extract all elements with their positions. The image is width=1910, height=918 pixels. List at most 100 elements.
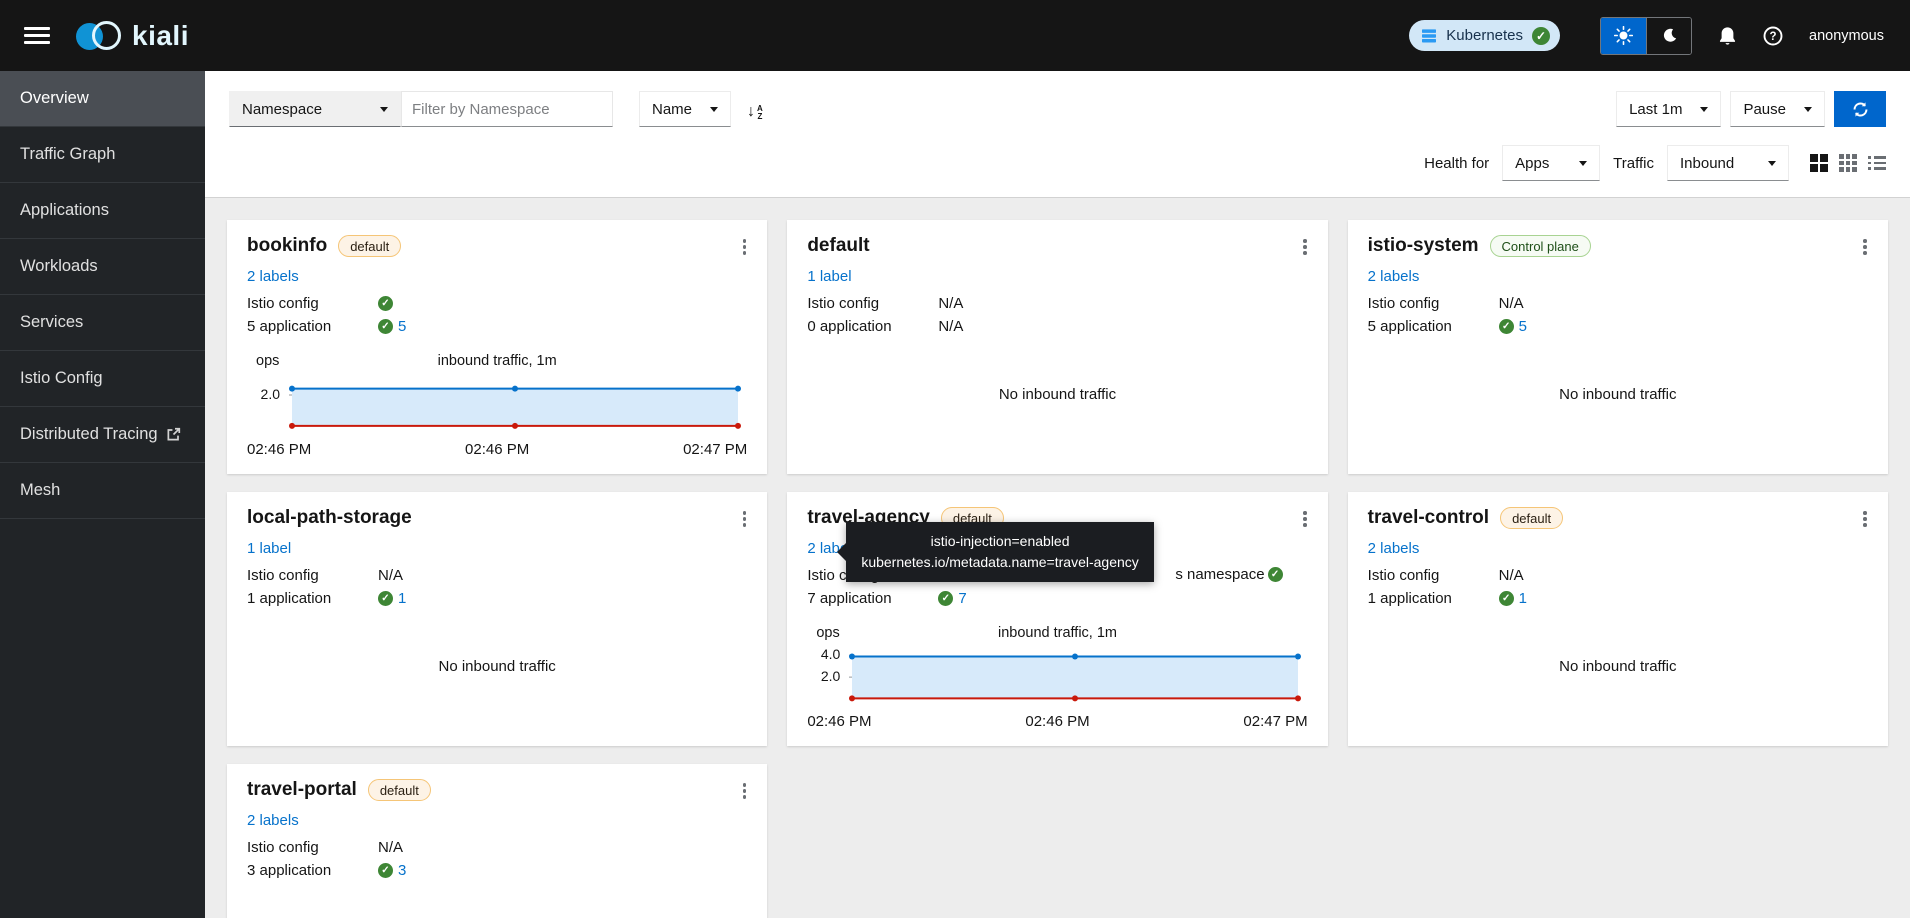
svg-text:?: ? <box>1770 31 1777 43</box>
check-circle-icon <box>378 296 393 311</box>
expand-view-button[interactable] <box>1839 154 1857 172</box>
sidebar-item-overview[interactable]: Overview <box>0 71 205 127</box>
refresh-button[interactable] <box>1834 91 1886 127</box>
applications-count-label: 1 application <box>1368 590 1499 607</box>
applications-row: 5 application 5 <box>1368 315 1868 338</box>
sidebar-item-label: Distributed Tracing <box>20 425 158 444</box>
istio-config-status: N/A <box>1499 295 1524 312</box>
caret-down-icon <box>1804 107 1812 112</box>
injection-status-fragment: s namespace <box>1175 566 1282 583</box>
applications-health: 1 <box>1499 590 1527 607</box>
check-circle-icon <box>1268 567 1283 582</box>
sidebar-item-label: Services <box>20 313 83 332</box>
namespace-card-travel-agency: travel-agency default 2 labels Istio con… <box>787 492 1327 746</box>
inbound-traffic-chart: inbound traffic, 1mops4.02.002:46 PM02:4… <box>807 625 1307 730</box>
applications-count-label: 3 application <box>247 862 378 879</box>
y-tick-label: 2.0 <box>261 386 280 402</box>
no-traffic-text: No inbound traffic <box>1368 610 1868 730</box>
labels-link[interactable]: 2 labels <box>247 812 299 829</box>
istio-config-label: Istio config <box>807 295 938 312</box>
kiali-logo-icon <box>76 20 122 52</box>
chart-x-axis: 02:46 PM02:46 PM02:47 PM <box>807 713 1307 730</box>
sidebar-item-workloads[interactable]: Workloads <box>0 239 205 295</box>
help-button[interactable]: ? <box>1763 26 1783 46</box>
kebab-menu-button[interactable] <box>1301 509 1309 529</box>
caret-down-icon <box>710 107 718 112</box>
time-range-select[interactable]: Last 1m <box>1616 91 1721 127</box>
istio-config-row: Istio config N/A <box>807 292 1307 315</box>
arrow-down-icon <box>747 103 755 121</box>
kebab-menu-button[interactable] <box>741 237 749 257</box>
card-header: local-path-storage <box>247 507 747 529</box>
refresh-mode-select[interactable]: Pause <box>1730 91 1825 127</box>
healthy-apps-count[interactable]: 3 <box>398 862 406 879</box>
labels-link[interactable]: 1 label <box>807 268 851 285</box>
kebab-menu-button[interactable] <box>1861 237 1869 257</box>
traffic-sparkline <box>289 374 741 432</box>
labels-link[interactable]: 2 labels <box>1368 268 1420 285</box>
applications-health: 1 <box>378 590 406 607</box>
sort-direction-button[interactable] <box>747 97 763 121</box>
dark-theme-button[interactable] <box>1646 18 1691 54</box>
health-for-select[interactable]: Apps <box>1502 145 1600 181</box>
traffic-direction-value: Inbound <box>1680 155 1734 172</box>
sidebar-item-istio-config[interactable]: Istio Config <box>0 351 205 407</box>
kebab-menu-button[interactable] <box>1301 237 1309 257</box>
kiali-brand[interactable]: kiali <box>76 20 189 52</box>
sidebar-item-traffic-graph[interactable]: Traffic Graph <box>0 127 205 183</box>
healthy-apps-count[interactable]: 7 <box>958 590 966 607</box>
cluster-badge[interactable]: Kubernetes <box>1409 20 1560 51</box>
health-for-label: Health for <box>1424 155 1489 172</box>
applications-count-label: 1 application <box>247 590 378 607</box>
caret-down-icon <box>1768 161 1776 166</box>
notifications-button[interactable] <box>1718 26 1737 46</box>
no-traffic-text: No inbound traffic <box>247 610 747 730</box>
header-actions: Kubernetes ? anonymous <box>1409 17 1884 55</box>
healthy-apps-count[interactable]: 5 <box>398 318 406 335</box>
sidebar-item-distributed-tracing[interactable]: Distributed Tracing <box>0 407 205 463</box>
refresh-mode-value: Pause <box>1743 101 1786 118</box>
healthy-apps-count[interactable]: 1 <box>1519 590 1527 607</box>
check-circle-icon <box>1499 591 1514 606</box>
healthy-apps-count[interactable]: 1 <box>398 590 406 607</box>
app-header: kiali Kubernetes ? anonymou <box>0 0 1910 71</box>
sidebar-item-applications[interactable]: Applications <box>0 183 205 239</box>
card-header: travel-portal default <box>247 779 747 801</box>
menu-toggle-icon[interactable] <box>24 27 50 44</box>
istio-config-status: N/A <box>938 295 963 312</box>
namespace-filter-input[interactable] <box>401 91 613 127</box>
istio-config-row: Istio config N/A <box>1368 292 1868 315</box>
kebab-menu-button[interactable] <box>1861 509 1869 529</box>
traffic-direction-select[interactable]: Inbound <box>1667 145 1789 181</box>
kebab-menu-button[interactable] <box>741 509 749 529</box>
labels-link[interactable]: 2 labels <box>247 268 299 285</box>
healthy-apps-count[interactable]: 5 <box>1519 318 1527 335</box>
x-tick-label: 02:46 PM <box>1025 713 1089 730</box>
no-traffic-text: No inbound traffic <box>807 338 1307 458</box>
istio-config-status <box>378 296 393 311</box>
applications-count-label: 7 application <box>807 590 938 607</box>
username[interactable]: anonymous <box>1809 28 1884 44</box>
istio-config-status: N/A <box>1499 567 1524 584</box>
list-view-button[interactable] <box>1868 156 1886 170</box>
istio-config-label: Istio config <box>247 567 378 584</box>
x-tick-label: 02:46 PM <box>247 441 311 458</box>
check-circle-icon <box>938 591 953 606</box>
traffic-label: Traffic <box>1613 155 1654 172</box>
chart-title: inbound traffic, 1m <box>807 625 1307 641</box>
istio-config-label: Istio config <box>247 295 378 312</box>
sidebar-item-mesh[interactable]: Mesh <box>0 463 205 519</box>
brand-text: kiali <box>132 20 189 52</box>
filter-type-select[interactable]: Namespace <box>229 91 401 127</box>
a-z-icon <box>757 105 763 121</box>
compact-view-button[interactable] <box>1810 154 1828 172</box>
labels-link[interactable]: 1 label <box>247 540 291 557</box>
labels-link[interactable]: 2 labels <box>1368 540 1420 557</box>
kebab-menu-button[interactable] <box>741 781 749 801</box>
sidebar-item-services[interactable]: Services <box>0 295 205 351</box>
namespace-card-local-path-storage: local-path-storage 1 label Istio config … <box>227 492 767 746</box>
applications-row: 5 application 5 <box>247 315 747 338</box>
external-link-icon <box>166 427 181 442</box>
sort-by-select[interactable]: Name <box>639 91 731 127</box>
light-theme-button[interactable] <box>1601 18 1646 54</box>
